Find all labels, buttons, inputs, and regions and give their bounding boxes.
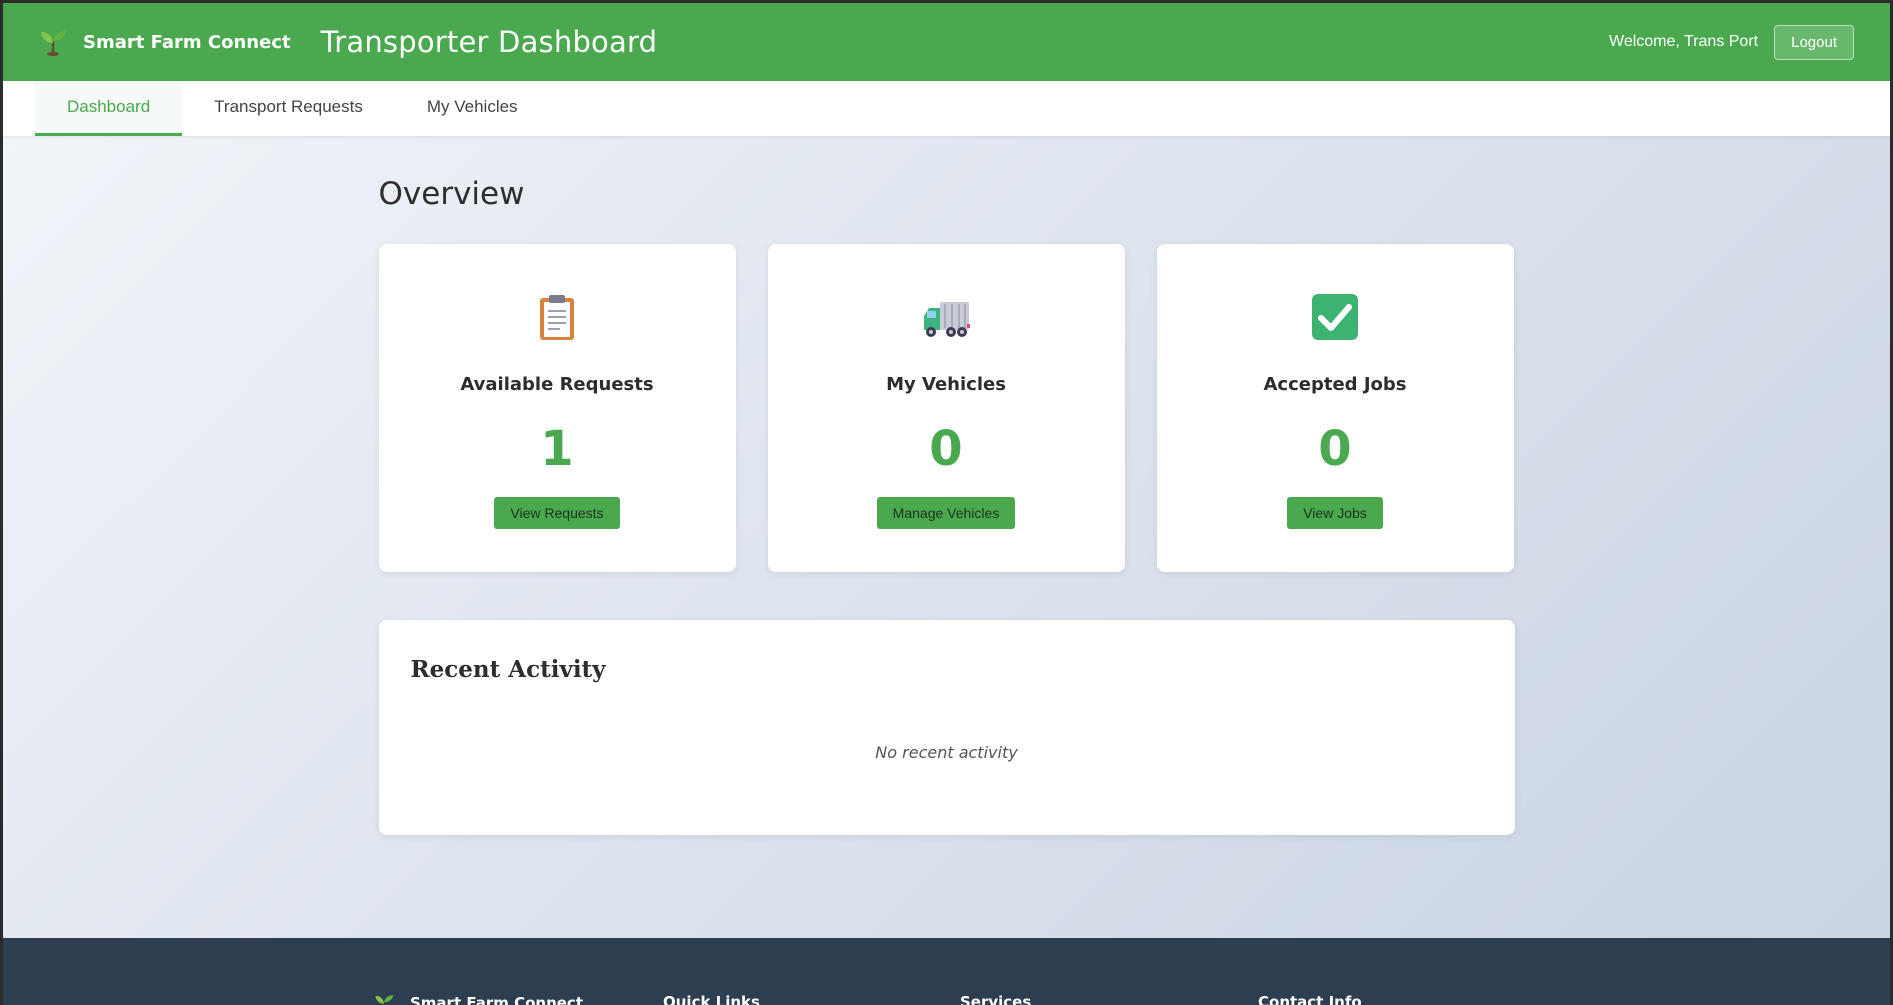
page-title: Transporter Dashboard	[320, 25, 658, 59]
recent-activity-panel: Recent Activity No recent activity	[378, 620, 1515, 835]
card-available-requests: Available Requests 1 View Requests	[378, 244, 736, 572]
nav-tabs: Dashboard Transport Requests My Vehicles	[3, 81, 1890, 136]
footer-contact-info-title: Contact Info	[1258, 993, 1362, 1005]
sprout-logo-icon	[41, 31, 66, 56]
tab-transport-requests[interactable]: Transport Requests	[182, 81, 395, 136]
check-mark-icon	[1312, 294, 1358, 340]
sprout-logo-icon	[375, 995, 394, 1004]
empty-activity-text: No recent activity	[875, 743, 1018, 762]
brand[interactable]: Smart Farm Connect	[39, 28, 291, 56]
clipboard-icon	[540, 295, 574, 340]
recent-activity-title: Recent Activity	[410, 656, 606, 683]
welcome-text: Welcome, Trans Port	[1609, 33, 1759, 50]
footer-services-title: Services	[960, 993, 1032, 1005]
user-area: Welcome, Trans Port Logout	[1609, 24, 1854, 60]
main-content: Overview Available Requests 1 View Reque…	[378, 136, 1515, 835]
footer-brand: Smart Farm Connect	[370, 993, 583, 1005]
overview-title: Overview	[378, 176, 525, 212]
footer-quick-links-title: Quick Links	[663, 993, 760, 1005]
brand-name: Smart Farm Connect	[83, 31, 291, 53]
tab-my-vehicles[interactable]: My Vehicles	[395, 81, 550, 136]
view-requests-button[interactable]: View Requests	[494, 497, 620, 529]
card-my-vehicles: My Vehicles 0 Manage Vehicles	[767, 244, 1125, 572]
card-value: 0	[929, 421, 963, 477]
card-title: Accepted Jobs	[1263, 374, 1407, 395]
stat-cards: Available Requests 1 View Requests My Ve…	[378, 244, 1515, 572]
truck-icon	[924, 302, 970, 337]
card-title: Available Requests	[460, 374, 654, 395]
view-jobs-button[interactable]: View Jobs	[1287, 497, 1383, 529]
app-window: Smart Farm Connect Transporter Dashboard…	[3, 3, 1890, 1005]
footer-brand-name: Smart Farm Connect	[410, 994, 583, 1005]
top-header: Smart Farm Connect Transporter Dashboard…	[3, 3, 1890, 81]
footer: Smart Farm Connect Quick Links Services …	[3, 938, 1890, 1005]
card-value: 1	[540, 421, 574, 477]
manage-vehicles-button[interactable]: Manage Vehicles	[876, 497, 1016, 529]
card-title: My Vehicles	[886, 374, 1006, 395]
logout-button[interactable]: Logout	[1774, 24, 1854, 60]
card-value: 0	[1318, 421, 1352, 477]
card-accepted-jobs: Accepted Jobs 0 View Jobs	[1156, 244, 1514, 572]
tab-dashboard[interactable]: Dashboard	[35, 81, 183, 136]
